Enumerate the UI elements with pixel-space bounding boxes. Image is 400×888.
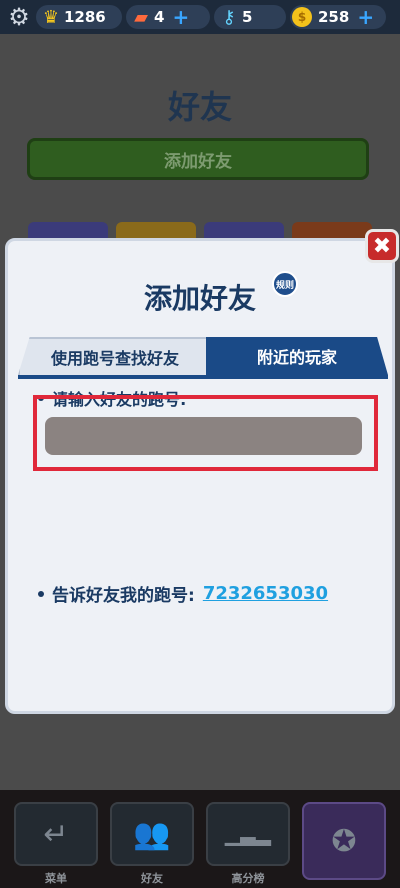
nav-label-leaderboard: 高分榜	[231, 872, 265, 885]
my-id-link[interactable]: 7232653030	[203, 583, 328, 604]
add-coin-plus-icon[interactable]: +	[357, 5, 374, 29]
friend-id-input[interactable]	[45, 417, 362, 455]
add-friend-dialog: 添加好友 规则 使用跑号查找好友 附近的玩家 请输入好友的跑号: 告诉好友我的跑…	[5, 238, 395, 714]
bullet-icon	[38, 590, 44, 597]
menu-button[interactable]: ↵	[14, 802, 98, 866]
top-resource-bar: ⚙ ♛ 1286 ▰ 4 + ⚷ 5 $ 258 +	[0, 0, 400, 34]
share-label: 告诉好友我的跑号:	[52, 586, 195, 606]
key-icon: ⚷	[222, 6, 236, 28]
friends-icon: 👥	[133, 816, 171, 852]
coin-count: 258	[318, 8, 350, 26]
nav-label-friends: 好友	[141, 872, 163, 885]
dialog-title: 添加好友	[143, 282, 256, 315]
bottom-nav: ↵ 菜单 👥 好友 ▁▃▂ 高分榜 ✪	[0, 790, 400, 888]
page-title: 好友	[167, 88, 232, 126]
dialog-tabs: 使用跑号查找好友 附近的玩家	[18, 337, 388, 375]
nav-label-menu: 菜单	[45, 872, 67, 885]
board-counter[interactable]: ▰ 4 +	[126, 5, 210, 29]
rules-button[interactable]: 规则	[272, 271, 298, 297]
badge-button[interactable]: ✪	[302, 802, 386, 880]
board-count: 4	[154, 8, 165, 26]
close-icon: ✖	[372, 233, 392, 259]
tab-underline	[18, 375, 388, 379]
gear-icon[interactable]: ⚙	[6, 4, 32, 30]
hoverboard-icon: ▰	[134, 6, 148, 28]
key-counter[interactable]: ⚷ 5	[214, 5, 286, 29]
key-count: 5	[242, 8, 253, 26]
tab-nearby-players[interactable]: 附近的玩家	[206, 337, 388, 375]
leaderboard-button[interactable]: ▁▃▂	[206, 802, 290, 866]
tab-search-by-id[interactable]: 使用跑号查找好友	[18, 337, 212, 375]
star-badge-icon: ✪	[331, 823, 357, 859]
crown-count: 1286	[64, 8, 106, 26]
my-id-row: 告诉好友我的跑号: 7232653030	[38, 581, 328, 606]
coin-icon: $	[292, 7, 312, 27]
add-friend-button[interactable]: 添加好友	[27, 138, 369, 180]
podium-icon: ▁▃▂	[224, 822, 272, 846]
back-arrow-icon: ↵	[43, 816, 69, 852]
add-board-plus-icon[interactable]: +	[172, 5, 189, 29]
coin-counter[interactable]: $ 258 +	[290, 5, 386, 29]
crown-icon: ♛	[42, 6, 60, 28]
close-dialog-button[interactable]: ✖	[365, 229, 399, 263]
crown-counter: ♛ 1286	[36, 5, 122, 29]
friends-button[interactable]: 👥	[110, 802, 194, 866]
